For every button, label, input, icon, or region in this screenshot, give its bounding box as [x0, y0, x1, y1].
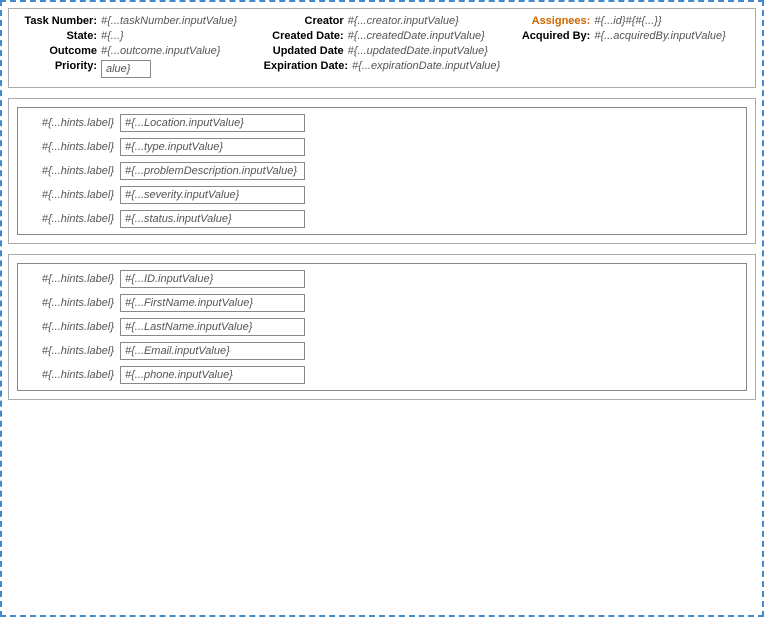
state-value: #{...} [101, 30, 124, 42]
assignees-value: #{...id}#{#{...}} [594, 15, 661, 27]
panel1-input-1[interactable]: #{...type.inputValue} [120, 138, 305, 156]
priority-row: Priority: alue} [17, 60, 254, 78]
expiration-date-value: #{...expirationDate.inputValue} [352, 60, 500, 72]
top-grid: Task Number: #{...taskNumber.inputValue}… [17, 15, 747, 81]
panel1-label-2: #{...hints.label} [24, 165, 114, 177]
panel1-input-0[interactable]: #{...Location.inputValue} [120, 114, 305, 132]
top-col-mid: Creator #{...creator.inputValue} Created… [264, 15, 501, 81]
panel1-label-0: #{...hints.label} [24, 117, 114, 129]
panel2-label-3: #{...hints.label} [24, 345, 114, 357]
panel2-row-3: #{...hints.label} #{...Email.inputValue} [24, 342, 740, 360]
created-date-value: #{...createdDate.inputValue} [348, 30, 485, 42]
acquired-by-label: Acquired By: [510, 30, 590, 42]
task-number-row: Task Number: #{...taskNumber.inputValue} [17, 15, 254, 27]
task-number-value: #{...taskNumber.inputValue} [101, 15, 237, 27]
panel-2-inner: #{...hints.label} #{...ID.inputValue} #{… [17, 263, 747, 391]
creator-value: #{...creator.inputValue} [348, 15, 459, 27]
acquired-by-row: Acquired By: #{...acquiredBy.inputValue} [510, 30, 747, 42]
expiration-date-label: Expiration Date: [264, 60, 348, 72]
acquired-by-value: #{...acquiredBy.inputValue} [594, 30, 725, 42]
panel1-label-1: #{...hints.label} [24, 141, 114, 153]
panel2-input-4[interactable]: #{...phone.inputValue} [120, 366, 305, 384]
panel2-label-4: #{...hints.label} [24, 369, 114, 381]
panel1-label-3: #{...hints.label} [24, 189, 114, 201]
panel2-row-1: #{...hints.label} #{...FirstName.inputVa… [24, 294, 740, 312]
assignees-row: Assignees: #{...id}#{#{...}} [510, 15, 747, 27]
panel1-input-2[interactable]: #{...problemDescription.inputValue} [120, 162, 305, 180]
panel-1: #{...hints.label} #{...Location.inputVal… [8, 98, 756, 244]
panel1-row-3: #{...hints.label} #{...severity.inputVal… [24, 186, 740, 204]
outcome-row: Outcome #{...outcome.inputValue} [17, 45, 254, 57]
panel2-label-2: #{...hints.label} [24, 321, 114, 333]
priority-input[interactable]: alue} [101, 60, 151, 78]
panel2-label-0: #{...hints.label} [24, 273, 114, 285]
updated-date-row: Updated Date #{...updatedDate.inputValue… [264, 45, 501, 57]
panel1-label-4: #{...hints.label} [24, 213, 114, 225]
panel2-input-1[interactable]: #{...FirstName.inputValue} [120, 294, 305, 312]
panel1-input-4[interactable]: #{...status.inputValue} [120, 210, 305, 228]
top-col-left: Task Number: #{...taskNumber.inputValue}… [17, 15, 254, 81]
panel2-row-2: #{...hints.label} #{...LastName.inputVal… [24, 318, 740, 336]
top-col-right: Assignees: #{...id}#{#{...}} Acquired By… [510, 15, 747, 81]
creator-row: Creator #{...creator.inputValue} [264, 15, 501, 27]
panel2-row-0: #{...hints.label} #{...ID.inputValue} [24, 270, 740, 288]
panel-2: #{...hints.label} #{...ID.inputValue} #{… [8, 254, 756, 400]
outcome-label: Outcome [17, 45, 97, 57]
expiration-date-row: Expiration Date: #{...expirationDate.inp… [264, 60, 501, 72]
panel1-input-3[interactable]: #{...severity.inputValue} [120, 186, 305, 204]
state-label: State: [17, 30, 97, 42]
panel2-input-3[interactable]: #{...Email.inputValue} [120, 342, 305, 360]
created-date-row: Created Date: #{...createdDate.inputValu… [264, 30, 501, 42]
state-row: State: #{...} [17, 30, 254, 42]
panel1-row-2: #{...hints.label} #{...problemDescriptio… [24, 162, 740, 180]
panel2-row-4: #{...hints.label} #{...phone.inputValue} [24, 366, 740, 384]
outcome-value: #{...outcome.inputValue} [101, 45, 220, 57]
created-date-label: Created Date: [264, 30, 344, 42]
assignees-label: Assignees: [510, 15, 590, 27]
panel2-input-2[interactable]: #{...LastName.inputValue} [120, 318, 305, 336]
task-number-label: Task Number: [17, 15, 97, 27]
panel-1-inner: #{...hints.label} #{...Location.inputVal… [17, 107, 747, 235]
priority-label: Priority: [17, 60, 97, 72]
page-wrapper: Task Number: #{...taskNumber.inputValue}… [0, 0, 764, 617]
panel1-row-1: #{...hints.label} #{...type.inputValue} [24, 138, 740, 156]
updated-date-value: #{...updatedDate.inputValue} [348, 45, 488, 57]
panel1-row-0: #{...hints.label} #{...Location.inputVal… [24, 114, 740, 132]
panel2-label-1: #{...hints.label} [24, 297, 114, 309]
panel1-row-4: #{...hints.label} #{...status.inputValue… [24, 210, 740, 228]
panel2-input-0[interactable]: #{...ID.inputValue} [120, 270, 305, 288]
top-section: Task Number: #{...taskNumber.inputValue}… [8, 8, 756, 88]
updated-date-label: Updated Date [264, 45, 344, 57]
creator-label: Creator [264, 15, 344, 27]
